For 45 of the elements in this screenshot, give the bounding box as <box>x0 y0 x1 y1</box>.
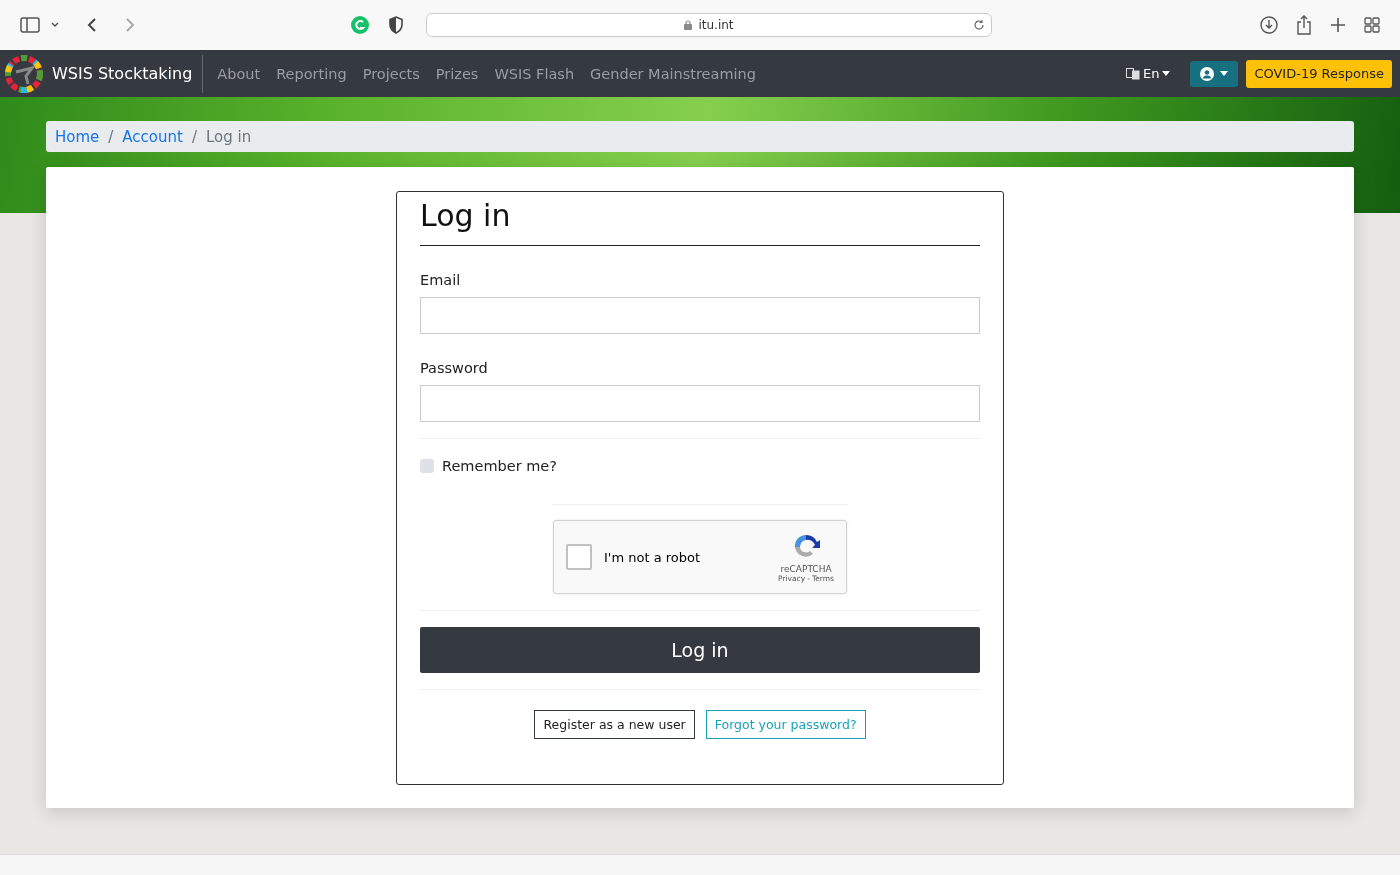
breadcrumb-link[interactable]: Account <box>122 127 183 146</box>
captcha-checkbox[interactable] <box>566 544 592 570</box>
remember-checkbox[interactable] <box>420 459 434 473</box>
captcha-brand: reCAPTCHA <box>780 563 832 574</box>
nav-link[interactable]: Reporting <box>268 65 355 82</box>
current-page-label: Log in <box>206 127 252 146</box>
breadcrumb-separator: / <box>191 127 197 146</box>
breadcrumb-separator: / <box>108 127 114 146</box>
brand-name[interactable]: WSIS Stocktaking <box>52 64 203 83</box>
user-icon <box>1200 66 1215 81</box>
shield-icon[interactable] <box>388 16 404 34</box>
user-dropdown[interactable] <box>1190 60 1239 87</box>
share-icon[interactable] <box>1296 15 1312 35</box>
lock-icon <box>684 20 693 30</box>
language-dropdown[interactable]: En <box>1119 65 1177 82</box>
url-text: itu.int <box>698 18 734 32</box>
register-button[interactable]: Register as a new user <box>534 710 695 739</box>
input-field[interactable] <box>420 385 980 422</box>
login-button[interactable]: Log in <box>420 627 980 673</box>
caret-icon <box>1220 71 1229 76</box>
download-icon[interactable] <box>1260 16 1278 34</box>
tabs-grid-icon[interactable] <box>1364 17 1380 33</box>
nav-link[interactable]: Prizes <box>427 65 487 82</box>
sidebar-icon[interactable] <box>20 17 40 33</box>
remember-label: Remember me? <box>442 458 557 474</box>
input-field[interactable] <box>420 297 980 334</box>
chevron-down-icon[interactable] <box>50 21 60 29</box>
nav-link[interactable]: About <box>209 65 269 82</box>
logo-icon[interactable] <box>4 53 44 94</box>
captcha-label: I'm not a robot <box>604 549 701 565</box>
nav-link[interactable]: WSIS Flash <box>486 65 583 82</box>
back-icon[interactable] <box>86 17 98 33</box>
reload-icon[interactable] <box>973 19 985 31</box>
caret-icon <box>1162 71 1171 76</box>
forgot-password-button[interactable]: Forgot your password? <box>705 710 866 739</box>
covid-response-button[interactable]: COVID-19 Response <box>1246 59 1392 88</box>
field-label: Password <box>420 360 489 376</box>
breadcrumb-link[interactable]: Home <box>55 127 100 146</box>
form-title: Log in <box>420 198 980 246</box>
nav-link[interactable]: Gender Mainstreaming <box>582 65 764 82</box>
plus-icon[interactable] <box>1330 17 1346 33</box>
nav-link[interactable]: Projects <box>354 65 428 82</box>
translate-icon <box>1125 67 1140 80</box>
address-bar[interactable]: itu.int <box>426 13 992 37</box>
field-label: Email <box>420 272 462 288</box>
